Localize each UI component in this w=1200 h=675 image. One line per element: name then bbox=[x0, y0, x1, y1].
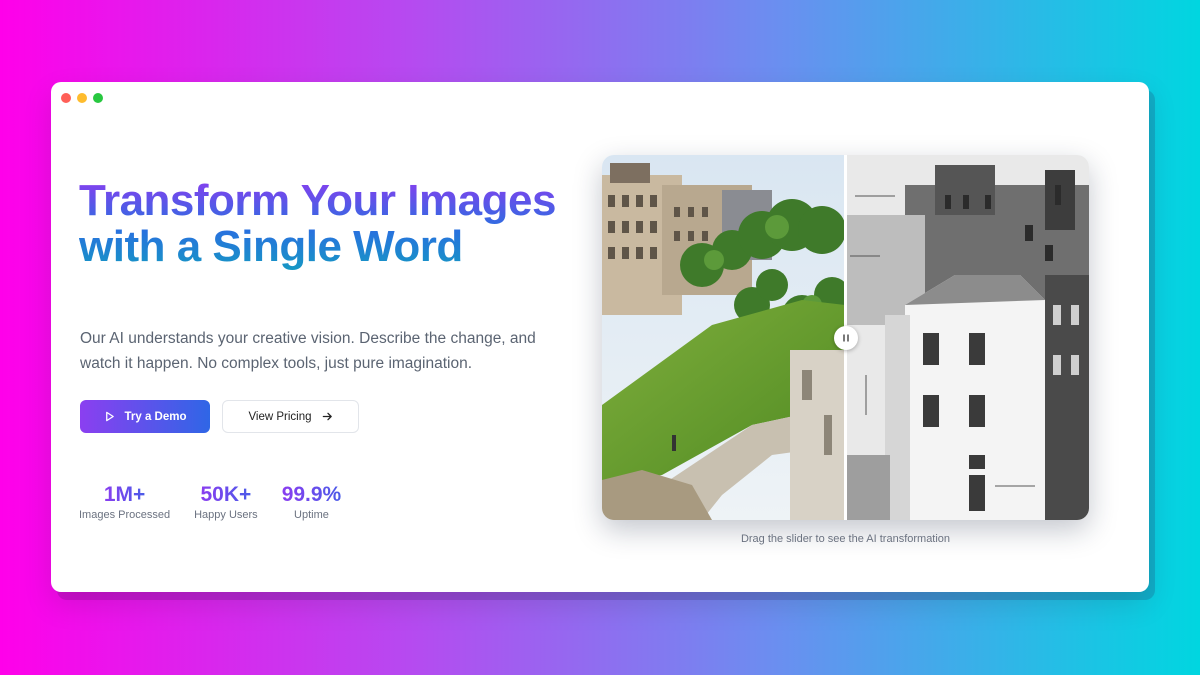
stat-label: Images Processed bbox=[79, 509, 171, 521]
app-window: Transform Your Images with a Single Word… bbox=[51, 82, 1149, 592]
window-controls bbox=[61, 93, 103, 103]
try-demo-button[interactable]: Try a Demo bbox=[80, 400, 210, 433]
try-demo-label: Try a Demo bbox=[124, 410, 187, 423]
stat-happy-users: 50K+ Happy Users bbox=[194, 482, 258, 521]
stat-uptime: 99.9% Uptime bbox=[282, 482, 342, 521]
color-image bbox=[602, 155, 845, 520]
stat-label: Happy Users bbox=[194, 509, 258, 521]
stats-row: 1M+ Images Processed 50K+ Happy Users 99… bbox=[79, 482, 365, 521]
close-window-button[interactable] bbox=[61, 93, 71, 103]
stat-value: 1M+ bbox=[103, 483, 146, 506]
stat-value: 50K+ bbox=[200, 483, 252, 506]
play-icon bbox=[104, 411, 115, 422]
hero-title: Transform Your Images with a Single Word bbox=[79, 178, 559, 270]
maximize-window-button[interactable] bbox=[93, 93, 103, 103]
stat-value: 99.9% bbox=[281, 483, 342, 506]
stat-label: Uptime bbox=[294, 509, 329, 521]
pause-icon bbox=[841, 333, 851, 343]
slider-handle[interactable] bbox=[834, 326, 858, 350]
view-pricing-label: View Pricing bbox=[248, 410, 312, 423]
grayscale-image bbox=[845, 155, 1089, 520]
stat-images-processed: 1M+ Images Processed bbox=[79, 482, 170, 521]
minimize-window-button[interactable] bbox=[77, 93, 87, 103]
view-pricing-button[interactable]: View Pricing bbox=[222, 400, 359, 433]
before-after-comparison[interactable] bbox=[602, 155, 1089, 520]
hero-description: Our AI understands your creative vision.… bbox=[80, 330, 536, 372]
comparison-caption: Drag the slider to see the AI transforma… bbox=[740, 533, 951, 545]
arrow-right-icon bbox=[322, 411, 333, 422]
